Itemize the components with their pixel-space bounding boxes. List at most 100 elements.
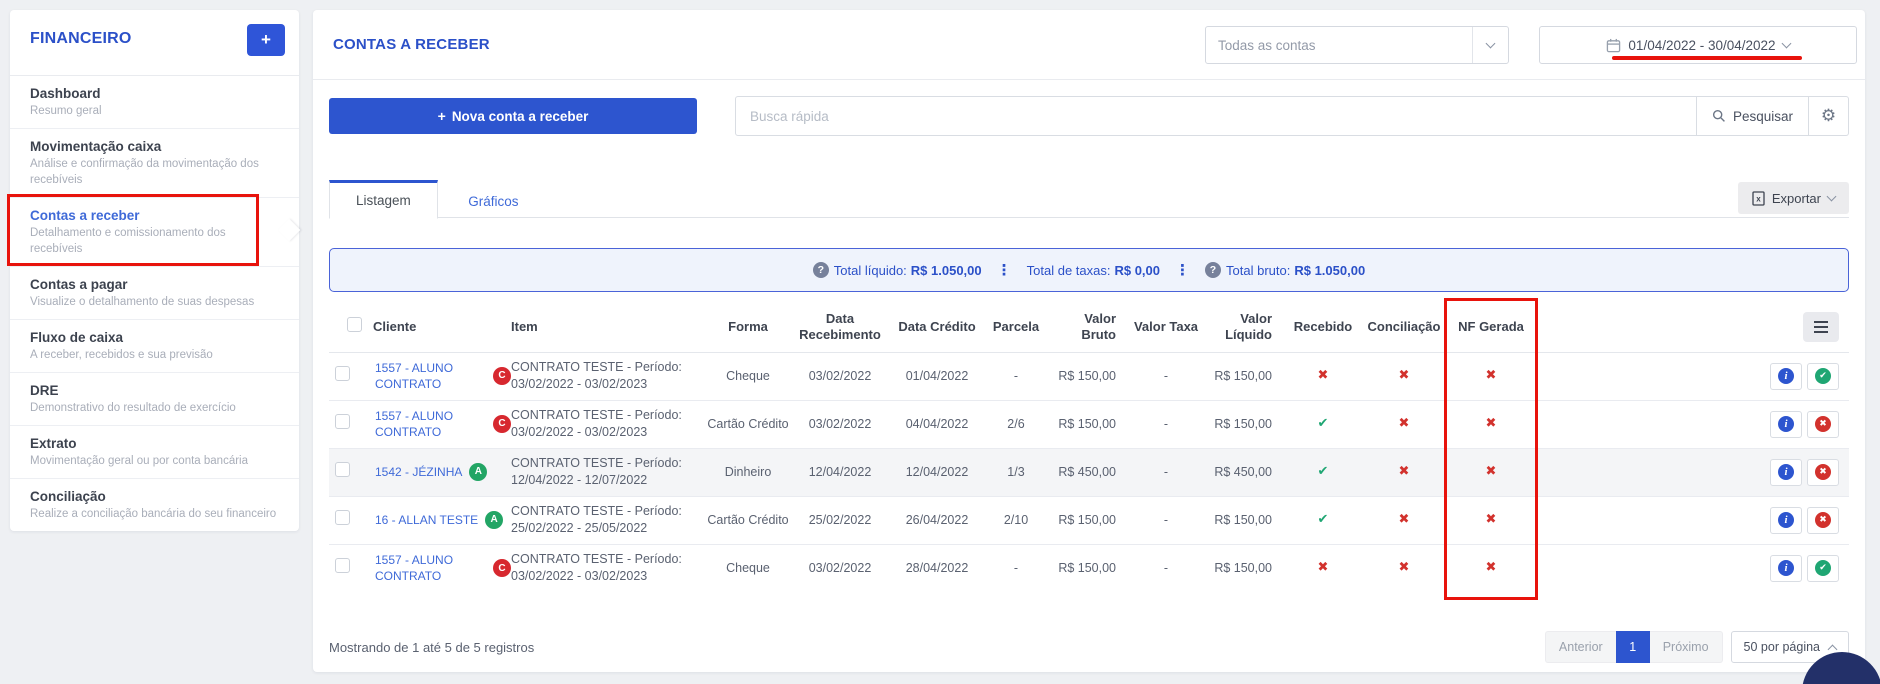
sidebar-item-extrato[interactable]: Extrato Movimentação geral ou por conta … bbox=[10, 426, 299, 479]
x-icon: ✖ bbox=[1398, 416, 1410, 432]
chevron-down-icon bbox=[1472, 27, 1508, 63]
current-page-button[interactable]: 1 bbox=[1615, 631, 1650, 663]
table-row: 1557 - ALUNO CONTRATO C CONTRATO TESTE - P… bbox=[329, 399, 1849, 448]
x-icon: ✖ bbox=[1398, 368, 1410, 384]
export-button[interactable]: x Exportar bbox=[1737, 182, 1849, 214]
row-checkbox[interactable] bbox=[335, 462, 350, 478]
total-bruto-value: R$ 1.050,00 bbox=[1294, 262, 1366, 278]
conciliacao-cell: ✖ bbox=[1360, 399, 1448, 448]
row-checkbox[interactable] bbox=[335, 414, 350, 430]
calendar-icon bbox=[1607, 38, 1621, 52]
recebido-cell: ✔ bbox=[1286, 447, 1360, 496]
col-conciliacao: Conciliação bbox=[1360, 302, 1448, 353]
nf-gerada-cell: ✖ bbox=[1448, 543, 1534, 592]
info-icon: i bbox=[1778, 368, 1794, 384]
plus-icon: + bbox=[437, 108, 446, 124]
client-link[interactable]: 16 - ALLAN TESTE bbox=[375, 512, 478, 528]
total-taxas-value: R$ 0,00 bbox=[1114, 262, 1161, 278]
col-data-credito: Data Crédito bbox=[890, 302, 984, 353]
search-input[interactable] bbox=[735, 96, 1697, 136]
client-link[interactable]: 1557 - ALUNO CONTRATO bbox=[375, 552, 486, 584]
valor-taxa-cell: - bbox=[1130, 351, 1202, 400]
sidebar-item-movimentacao-caixa[interactable]: Movimentação caixa Análise e confirmação… bbox=[10, 129, 299, 198]
select-all-checkbox[interactable] bbox=[346, 317, 362, 333]
x-circle-icon: ✖ bbox=[1815, 512, 1831, 528]
col-nf-gerada: NF Gerada bbox=[1448, 302, 1534, 353]
data-credito-cell: 12/04/2022 bbox=[890, 447, 984, 496]
info-button[interactable]: i bbox=[1770, 458, 1802, 486]
conciliacao-cell: ✖ bbox=[1360, 495, 1448, 544]
data-recebimento-cell: 03/02/2022 bbox=[790, 543, 890, 592]
col-item: Item bbox=[511, 302, 706, 353]
client-link[interactable]: 1557 - ALUNO CONTRATO bbox=[375, 408, 486, 440]
valor-liquido-cell: R$ 150,00 bbox=[1202, 399, 1286, 448]
valor-bruto-cell: R$ 150,00 bbox=[1048, 351, 1130, 400]
x-icon: ✖ bbox=[1317, 368, 1329, 384]
search-group: Pesquisar ⚙ bbox=[735, 96, 1849, 136]
sidebar-item-fluxo-de-caixa[interactable]: Fluxo de caixa A receber, recebidos e su… bbox=[10, 320, 299, 373]
sidebar-header: FINANCEIRO + bbox=[10, 10, 299, 76]
page-title: CONTAS A RECEBER bbox=[333, 36, 490, 53]
account-filter-value: Todas as contas bbox=[1218, 37, 1316, 53]
account-filter-select[interactable]: Todas as contas bbox=[1205, 26, 1509, 64]
settings-button[interactable]: ⚙ bbox=[1809, 96, 1849, 136]
sidebar: FINANCEIRO + Dashboard Resumo geral Movi… bbox=[10, 10, 299, 531]
cancel-button[interactable]: ✖ bbox=[1807, 458, 1839, 486]
data-credito-cell: 01/04/2022 bbox=[890, 351, 984, 400]
sidebar-item-contas-a-receber[interactable]: Contas a receber Detalhamento e comissio… bbox=[10, 198, 299, 267]
recebido-cell: ✖ bbox=[1286, 543, 1360, 592]
col-data-recebimento: Data Recebimento bbox=[790, 302, 890, 353]
column-settings-button[interactable] bbox=[1803, 312, 1839, 343]
check-icon: ✔ bbox=[1317, 464, 1329, 480]
check-circle-icon: ✔ bbox=[1815, 560, 1831, 577]
info-button[interactable]: i bbox=[1770, 506, 1802, 534]
item-cell: CONTRATO TESTE - Período: 25/02/2022 - 2… bbox=[511, 495, 706, 544]
item-cell: CONTRATO TESTE - Período: 03/02/2022 - 0… bbox=[511, 399, 706, 448]
cancel-button[interactable]: ✖ bbox=[1807, 410, 1839, 438]
data-credito-cell: 28/04/2022 bbox=[890, 543, 984, 592]
client-link[interactable]: 1542 - JÉZINHA bbox=[375, 464, 462, 480]
info-button[interactable]: i bbox=[1770, 410, 1802, 438]
data-credito-cell: 04/04/2022 bbox=[890, 399, 984, 448]
row-checkbox[interactable] bbox=[335, 510, 350, 526]
tab-listagem[interactable]: Listagem bbox=[329, 180, 438, 219]
total-bruto: ? Total bruto: R$ 1.050,00 bbox=[1205, 262, 1365, 278]
valor-bruto-cell: R$ 150,00 bbox=[1048, 495, 1130, 544]
separator-dots-icon: ⋮ bbox=[996, 261, 1012, 279]
row-checkbox[interactable] bbox=[335, 366, 350, 382]
date-range-button[interactable]: 01/04/2022 - 30/04/2022 bbox=[1539, 26, 1857, 64]
client-badge: A bbox=[485, 511, 504, 529]
sidebar-item-dashboard[interactable]: Dashboard Resumo geral bbox=[10, 76, 299, 129]
valor-bruto-cell: R$ 150,00 bbox=[1048, 399, 1130, 448]
table-row: 1557 - ALUNO CONTRATO C CONTRATO TESTE - P… bbox=[329, 351, 1849, 400]
info-button[interactable]: i bbox=[1770, 362, 1802, 390]
next-page-button[interactable]: Próximo bbox=[1649, 631, 1723, 663]
data-recebimento-cell: 25/02/2022 bbox=[790, 495, 890, 544]
sidebar-item-contas-a-pagar[interactable]: Contas a pagar Visualize o detalhamento … bbox=[10, 267, 299, 320]
forma-cell: Cartão Crédito bbox=[706, 495, 790, 544]
table-row: 16 - ALLAN TESTE A CONTRATO TESTE - Períod… bbox=[329, 495, 1849, 544]
col-valor-bruto: Valor Bruto bbox=[1048, 302, 1130, 353]
confirm-button[interactable]: ✔ bbox=[1807, 554, 1839, 582]
previous-page-button[interactable]: Anterior bbox=[1544, 631, 1616, 663]
row-checkbox[interactable] bbox=[335, 558, 350, 574]
valor-liquido-cell: R$ 450,00 bbox=[1202, 447, 1286, 496]
cancel-button[interactable]: ✖ bbox=[1807, 506, 1839, 534]
sidebar-item-conciliacao[interactable]: Conciliação Realize a conciliação bancár… bbox=[10, 479, 299, 531]
valor-taxa-cell: - bbox=[1130, 495, 1202, 544]
total-taxas: Total de taxas: R$ 0,00 bbox=[1026, 262, 1161, 278]
tab-graficos[interactable]: Gráficos bbox=[442, 183, 544, 221]
help-icon[interactable]: ? bbox=[1205, 262, 1222, 278]
help-icon[interactable]: ? bbox=[812, 262, 829, 278]
nf-gerada-cell: ✖ bbox=[1448, 399, 1534, 448]
toolbar: +Nova conta a receber Pesquisar ⚙ bbox=[329, 96, 1849, 136]
sidebar-item-dre[interactable]: DRE Demonstrativo do resultado de exercí… bbox=[10, 373, 299, 426]
confirm-button[interactable]: ✔ bbox=[1807, 362, 1839, 390]
info-button[interactable]: i bbox=[1770, 554, 1802, 582]
add-button[interactable]: + bbox=[247, 24, 285, 56]
parcela-cell: 2/6 bbox=[984, 399, 1048, 448]
new-receivable-button[interactable]: + Nova conta a receber bbox=[329, 98, 697, 134]
client-link[interactable]: 1557 - ALUNO CONTRATO bbox=[375, 360, 486, 392]
forma-cell: Cheque bbox=[706, 351, 790, 400]
search-button[interactable]: Pesquisar bbox=[1697, 96, 1809, 136]
